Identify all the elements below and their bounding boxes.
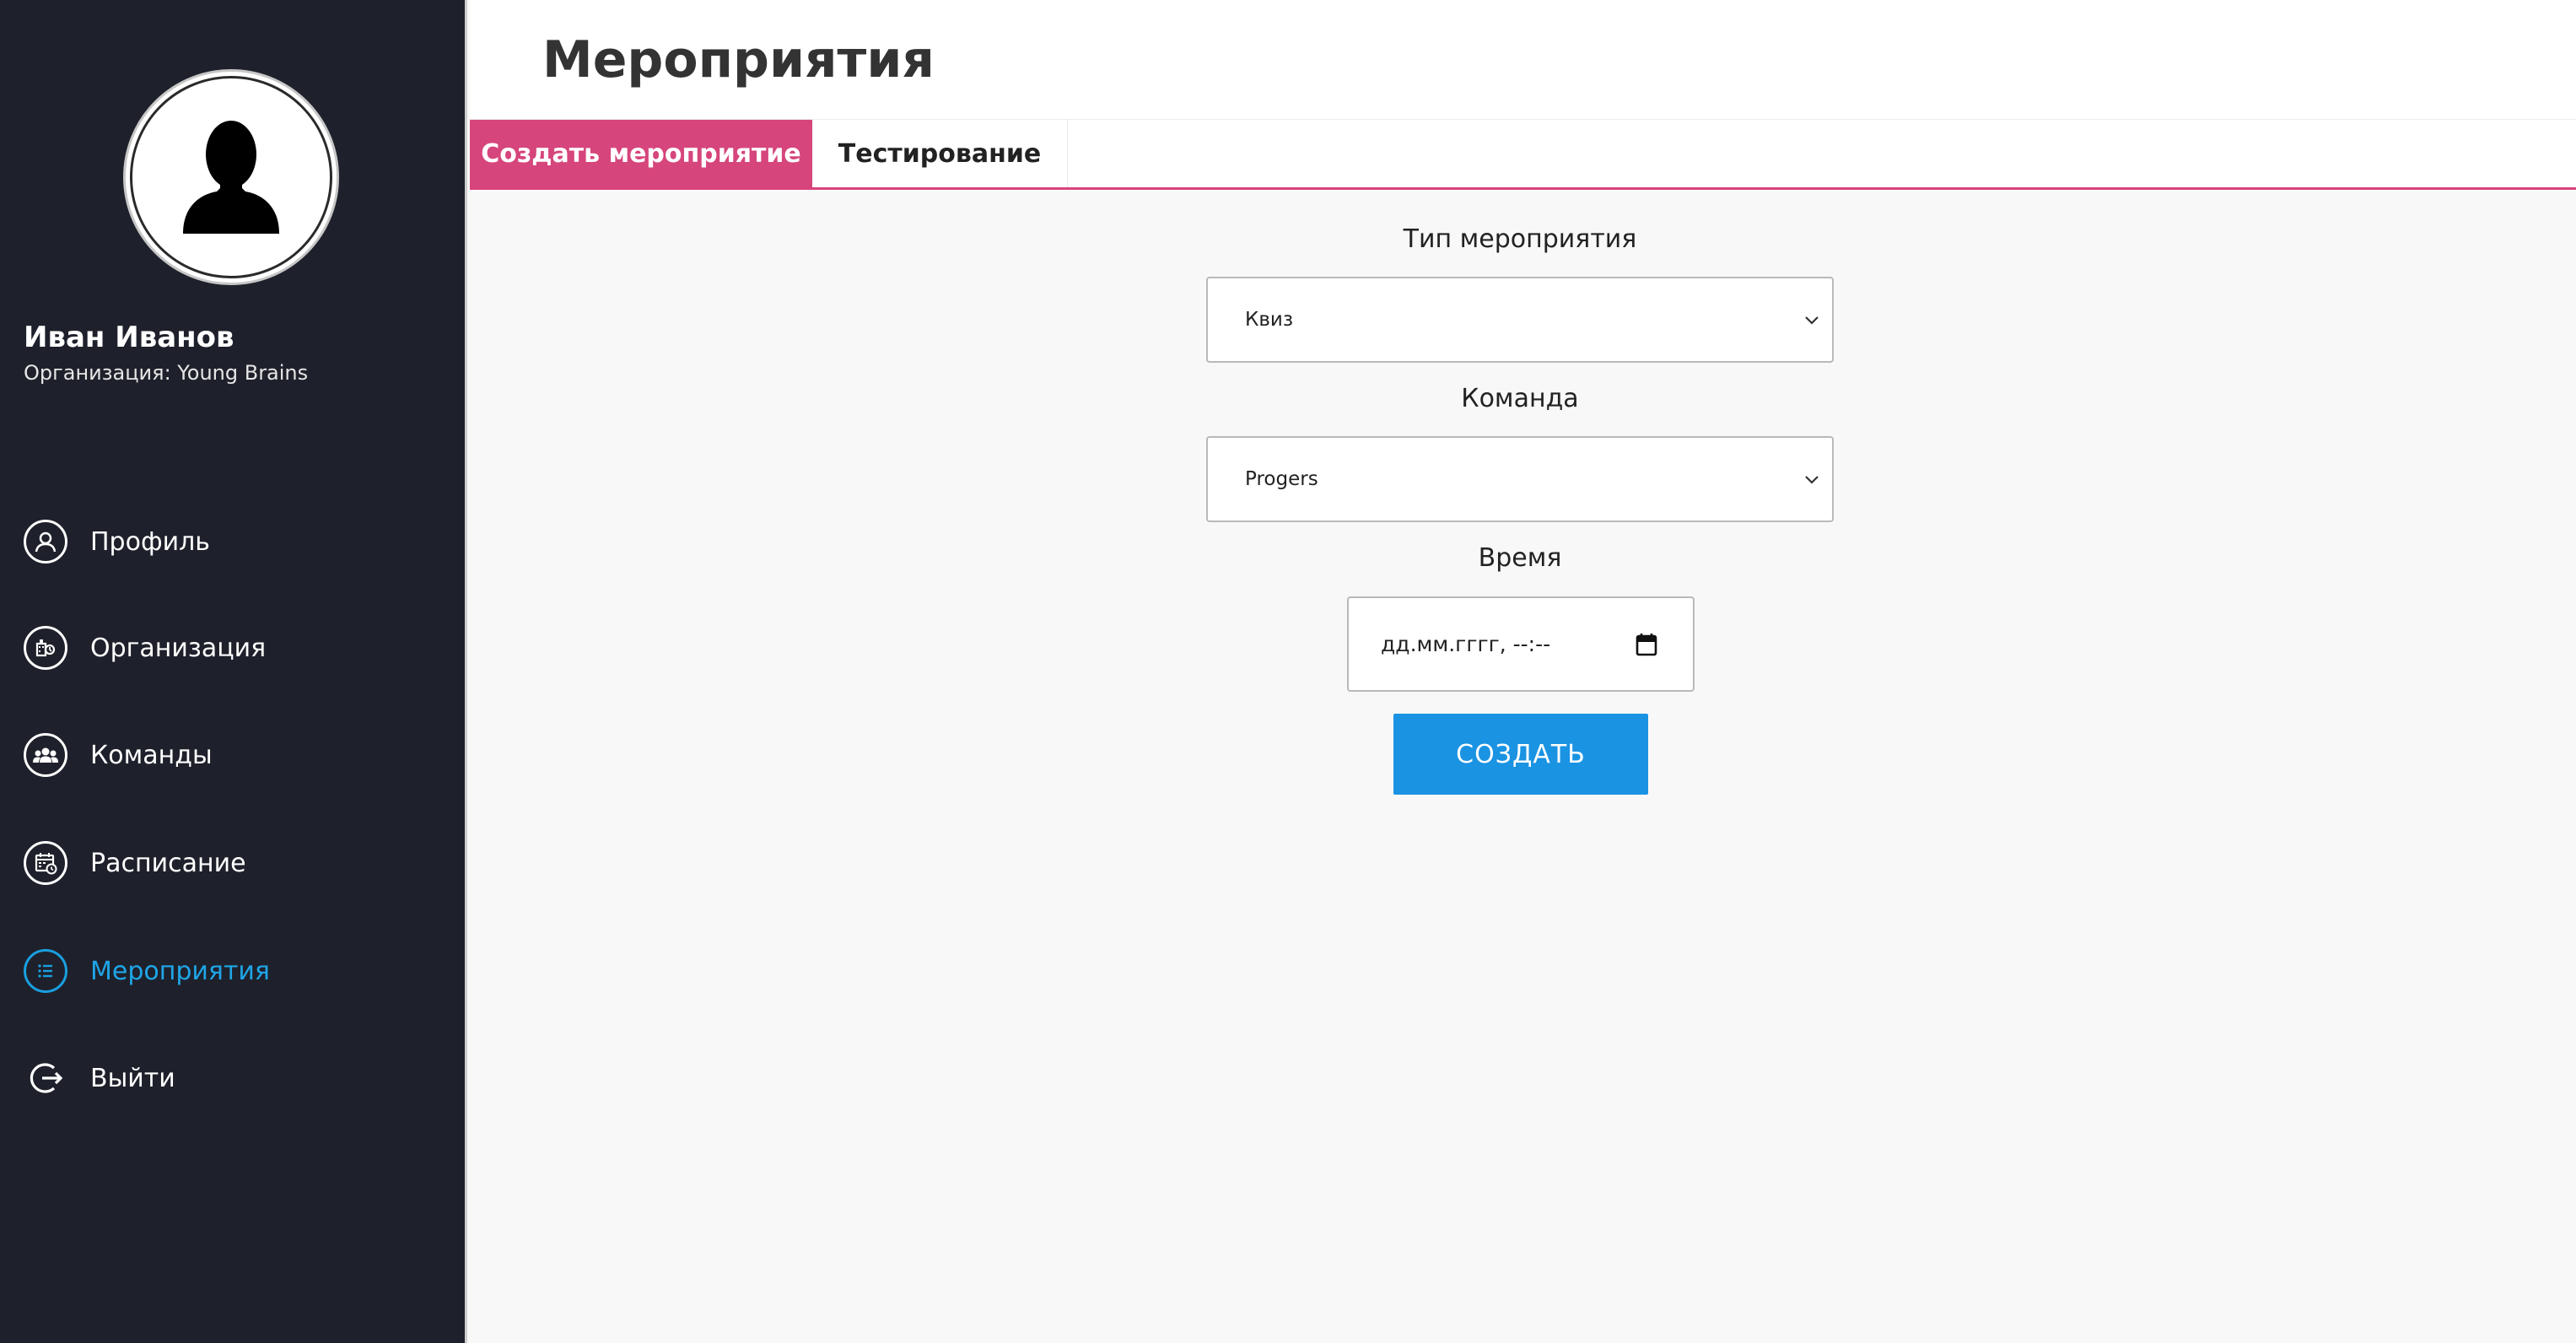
sidebar-item-label: Профиль [90,526,210,557]
sidebar-item-label: Расписание [90,848,246,878]
event-type-select[interactable]: Квиз [1206,277,1834,363]
logout-icon [24,1056,67,1100]
sidebar-item-profile[interactable]: Профиль [24,518,210,565]
avatar-inner [130,76,332,278]
organization-icon [24,626,67,670]
sidebar-item-label: Выйти [90,1063,175,1093]
sidebar-item-label: Организация [90,633,267,663]
team-select[interactable]: Progers [1206,436,1834,522]
sidebar-item-label: Команды [90,740,213,770]
calendar-icon[interactable] [1636,633,1657,656]
sidebar-item-events[interactable]: Мероприятия [24,947,270,995]
sidebar-item-organization[interactable]: Организация [24,624,266,672]
datetime-placeholder: дд.мм.гггг, --:-- [1381,632,1551,656]
sidebar-edge [465,0,467,1343]
team-label: Команда [1461,384,1579,413]
profile-icon [24,520,67,564]
schedule-icon [24,841,67,885]
chevron-down-icon [1803,314,1820,326]
tab-create-event[interactable]: Создать мероприятие [470,120,812,188]
datetime-input[interactable]: дд.мм.гггг, --:-- [1347,596,1695,692]
tab-testing[interactable]: Тестирование [812,120,1068,188]
user-name: Иван Иванов [24,321,234,354]
user-silhouette-icon [183,121,279,234]
teams-icon [24,733,67,777]
page-title: Мероприятия [542,30,935,89]
sidebar-item-label: Мероприятия [90,956,270,986]
tab-underline [470,187,2576,190]
page-header: Мероприятия [470,0,2576,119]
tab-bar: Создать мероприятие Тестирование [470,119,2576,190]
event-type-value: Квиз [1245,309,1294,331]
time-label: Время [1478,543,1562,573]
create-button[interactable]: СОЗДАТЬ [1393,714,1648,795]
user-organization: Организация: Young Brains [24,361,309,385]
sidebar-item-logout[interactable]: Выйти [24,1054,175,1102]
team-value: Progers [1245,468,1318,490]
events-list-icon [24,949,67,993]
sidebar-item-teams[interactable]: Команды [24,731,213,779]
event-type-label: Тип мероприятия [1403,224,1637,254]
chevron-down-icon [1803,473,1820,485]
sidebar: Иван Иванов Организация: Young Brains Пр… [0,0,467,1343]
sidebar-item-schedule[interactable]: Расписание [24,839,246,887]
avatar[interactable] [123,69,339,285]
